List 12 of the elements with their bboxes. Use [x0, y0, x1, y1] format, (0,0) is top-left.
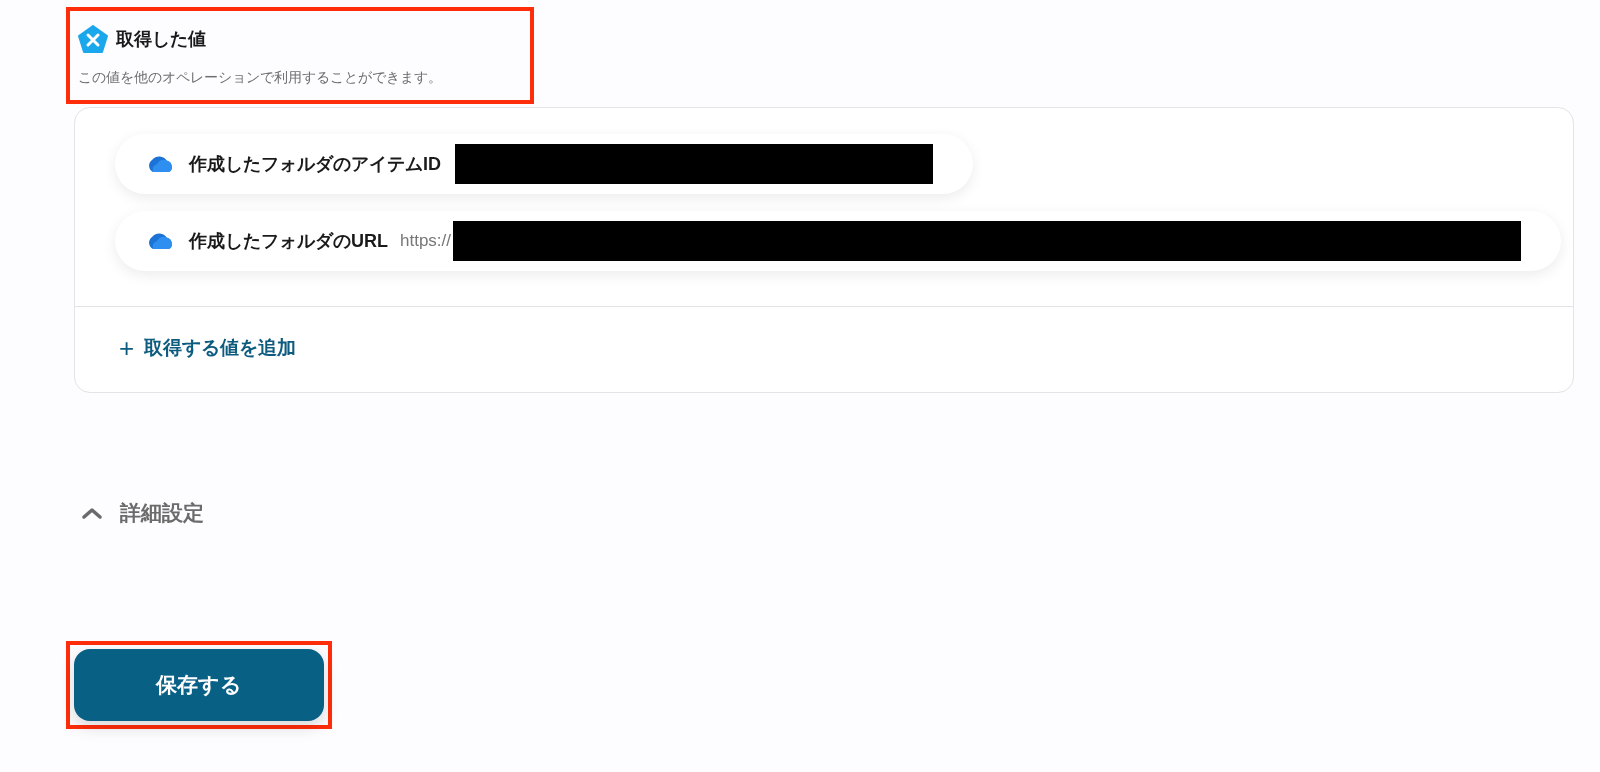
- value-label: 作成したフォルダのアイテムID: [189, 152, 441, 176]
- value-chip[interactable]: 作成したフォルダのアイテムID: [115, 134, 973, 194]
- section-description: この値を他のオペレーションで利用することができます。: [78, 68, 443, 87]
- value-chip[interactable]: 作成したフォルダのURL https://: [115, 211, 1561, 271]
- pentagon-logo-icon: [78, 25, 108, 53]
- value-label: 作成したフォルダのURL: [189, 229, 388, 253]
- save-button[interactable]: 保存する: [74, 648, 324, 721]
- chevron-icon: [82, 506, 102, 519]
- value-prefix: https://: [400, 230, 452, 253]
- advanced-settings-toggle[interactable]: 詳細設定: [82, 497, 204, 529]
- add-value-link[interactable]: + 取得する値を追加: [119, 334, 297, 363]
- section-title: 取得した値: [116, 27, 206, 51]
